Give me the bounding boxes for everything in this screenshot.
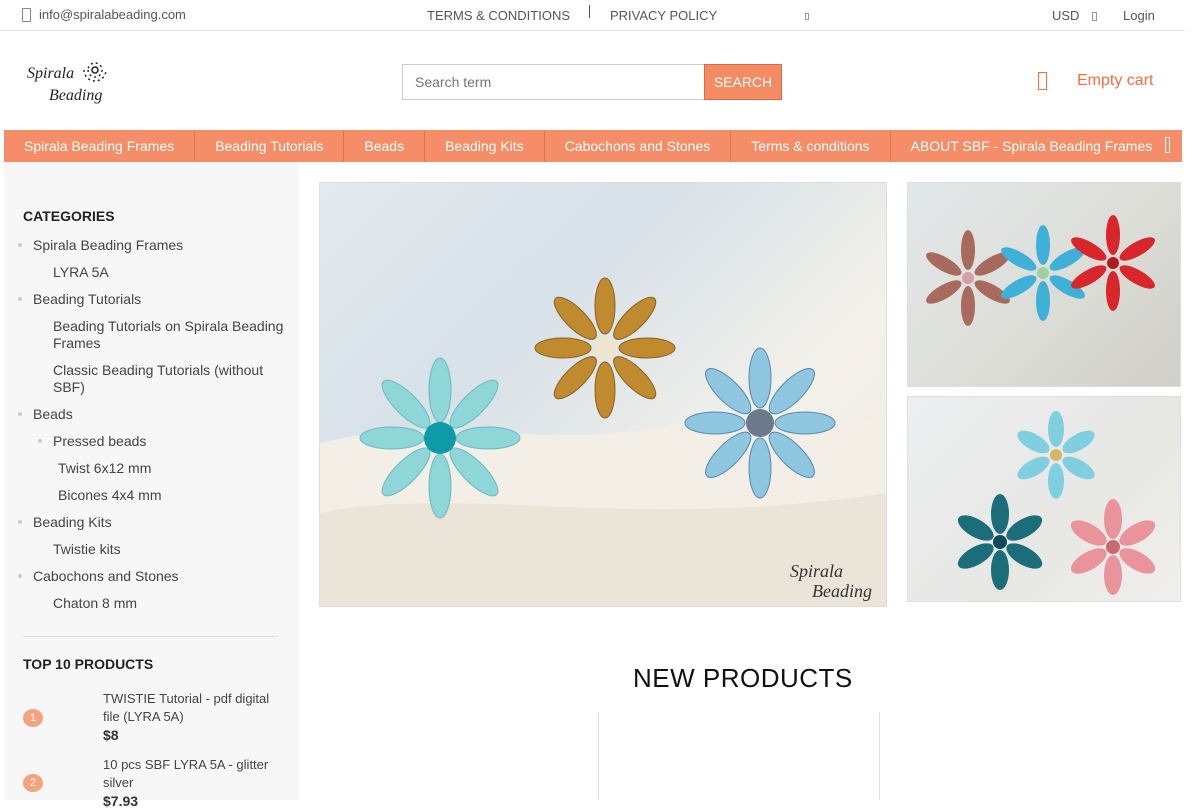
category-item[interactable]: Pressed beads [18,433,288,450]
pink-star-icon [1070,499,1156,595]
topbar-separator [589,5,590,18]
product-divider [879,712,880,800]
side-banner-top[interactable] [907,182,1181,387]
site-logo[interactable]: Spirala Beading [25,56,117,108]
categories-title: CATEGORIES [23,208,115,224]
nav-about[interactable]: ABOUT SBF - Spirala Beading Frames [891,130,1173,162]
main-nav: Spirala Beading Frames Beading Tutorials… [4,130,1182,162]
category-item[interactable]: Cabochons and Stones [18,568,288,585]
category-item[interactable]: Twistie kits [18,541,288,558]
category-item[interactable]: Classic Beading Tutorials (without SBF) [18,362,288,396]
product-price: $8 [103,727,119,743]
category-item[interactable]: Beading Tutorials [18,291,288,308]
category-label[interactable]: LYRA 5A [53,264,109,280]
sidebar-divider [23,636,279,637]
language-icon[interactable] [805,13,809,20]
category-item[interactable]: Bicones 4x4 mm [18,487,288,504]
nav-beading-tutorials[interactable]: Beading Tutorials [195,130,345,162]
chevron-down-icon[interactable] [1092,12,1097,21]
category-label[interactable]: Beads [33,406,73,422]
category-item[interactable]: Beading Kits [18,514,288,531]
search-form: SEARCH [402,64,782,100]
category-item[interactable]: Chaton 8 mm [18,595,288,612]
bullet-icon [38,439,42,443]
category-label[interactable]: Twist 6x12 mm [58,460,151,476]
side-banner-bottom[interactable] [907,396,1181,602]
category-label[interactable]: Cabochons and Stones [33,568,179,584]
category-label[interactable]: Classic Beading Tutorials (without SBF) [53,362,263,395]
category-label[interactable]: Chaton 8 mm [53,595,137,611]
product-name[interactable]: 10 pcs SBF LYRA 5A - glitter silver [103,756,283,792]
login-link[interactable]: Login [1123,8,1155,23]
logo-text-1: Spirala [27,65,74,82]
blue-star-icon [684,347,836,499]
category-item[interactable]: LYRA 5A [18,264,288,281]
banner-watermark-2: Beading [812,581,872,601]
product-name[interactable]: TWISTIE Tutorial - pdf digital file (LYR… [103,690,283,726]
rank-badge: 2 [23,774,43,792]
category-item[interactable]: Spirala Beading Frames [18,237,288,254]
email-text: info@spiralabeading.com [39,7,186,22]
category-label[interactable]: Beading Tutorials on Spirala Beading Fra… [53,318,283,351]
category-label[interactable]: Bicones 4x4 mm [58,487,161,503]
bullet-icon [18,412,22,416]
rank-badge: 1 [23,709,43,727]
nav-more-icon[interactable] [1165,137,1170,153]
product-divider [598,712,599,800]
aqua-star-icon [359,357,521,519]
main-banner[interactable]: Spirala Beading [319,182,887,607]
nav-beads[interactable]: Beads [344,130,426,162]
category-item[interactable]: Beading Tutorials on Spirala Beading Fra… [18,318,288,352]
category-label[interactable]: Pressed beads [53,433,146,449]
nav-spirala-beading-frames[interactable]: Spirala Beading Frames [4,130,196,162]
category-label[interactable]: Beading Tutorials [33,291,141,307]
category-label[interactable]: Beading Kits [33,514,112,530]
logo-text-2: Beading [49,87,102,104]
cart-label[interactable]: Empty cart [1077,72,1153,90]
banner-watermark-1: Spirala [790,561,843,581]
envelope-icon [22,7,31,22]
new-products-heading: NEW PRODUCTS [633,663,853,693]
nav-cabochons-stones[interactable]: Cabochons and Stones [545,130,732,162]
top-bar: info@spiralabeading.com TERMS & CONDITIO… [0,0,1185,31]
privacy-link[interactable]: PRIVACY POLICY [610,8,717,23]
nav-terms[interactable]: Terms & conditions [731,130,891,162]
category-list: Spirala Beading Frames LYRA 5A Beading T… [18,237,288,622]
category-label[interactable]: Twistie kits [53,541,121,557]
product-price: $7.93 [103,793,139,809]
bullet-icon [18,243,22,247]
nav-beading-kits[interactable]: Beading Kits [425,130,545,162]
bullet-icon [18,574,22,578]
brown-star-icon [926,230,1010,326]
light-blue-star-icon [1017,411,1095,499]
bullet-icon [18,520,22,524]
category-label[interactable]: Spirala Beading Frames [33,237,183,253]
search-button[interactable]: SEARCH [704,64,782,100]
search-input[interactable] [402,64,704,100]
category-item[interactable]: Beads [18,406,288,423]
teal-star-icon [957,494,1043,590]
gold-star-icon [534,277,676,419]
email-link[interactable]: info@spiralabeading.com [22,7,186,22]
top-products-title: TOP 10 PRODUCTS [23,656,154,672]
category-item[interactable]: Twist 6x12 mm [18,460,288,477]
bullet-icon [18,297,22,301]
currency-selector[interactable]: USD [1052,8,1079,23]
terms-link[interactable]: TERMS & CONDITIONS [427,8,570,23]
cart[interactable]: Empty cart [1038,72,1153,90]
cart-icon[interactable] [1038,72,1047,90]
